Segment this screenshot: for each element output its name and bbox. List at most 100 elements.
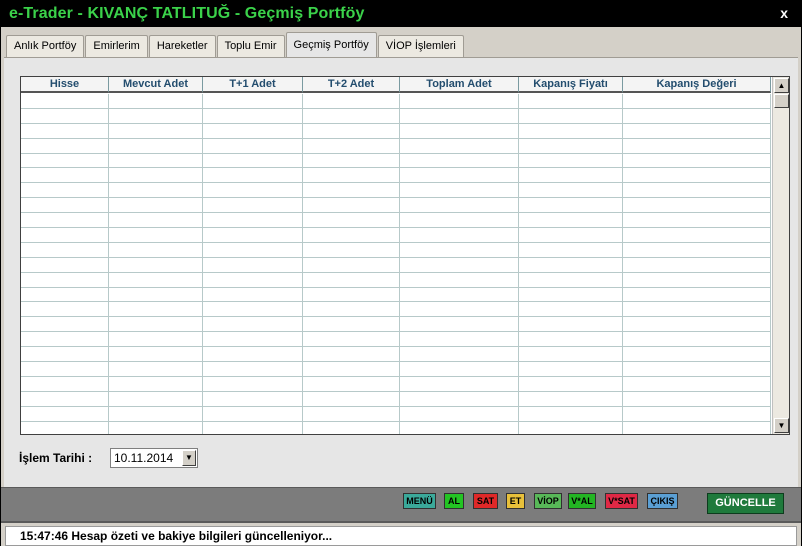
tab-hareketler[interactable]: Hareketler — [148, 35, 216, 57]
column-header-hisse[interactable]: Hisse — [21, 77, 109, 93]
table-cell — [303, 272, 400, 287]
table-row[interactable] — [21, 138, 771, 154]
table-cell — [109, 94, 203, 108]
table-cell — [21, 183, 109, 198]
table-cell — [519, 287, 623, 302]
table-cell — [21, 376, 109, 391]
table-cell — [21, 138, 109, 153]
table-cell — [519, 302, 623, 317]
table-cell — [203, 94, 303, 108]
table-row[interactable] — [21, 183, 771, 199]
table-cell — [303, 302, 400, 317]
date-dropdown[interactable]: 10.11.2014 ▼ — [110, 448, 198, 468]
table-row[interactable] — [21, 332, 771, 348]
table-row[interactable] — [21, 406, 771, 422]
table-row[interactable] — [21, 362, 771, 377]
table-row[interactable] — [21, 257, 771, 273]
table-cell — [21, 421, 109, 434]
table-row[interactable] — [21, 94, 771, 109]
menu-button[interactable]: MENÜ — [403, 493, 436, 509]
table-cell — [623, 183, 771, 198]
table-cell — [21, 228, 109, 242]
table-cell — [519, 242, 623, 257]
tab-anlik-portfoy[interactable]: Anlık Portföy — [6, 35, 85, 57]
viop-button[interactable]: VİOP — [534, 493, 562, 509]
table-cell — [303, 153, 400, 168]
tab-toplu-emir[interactable]: Toplu Emir — [216, 35, 285, 57]
table-cell — [400, 362, 519, 376]
status-message: 15:47:46 Hesap özeti ve bakiye bilgileri… — [5, 526, 797, 546]
tab-gecmis-portfoy[interactable]: Geçmiş Portföy — [285, 32, 377, 57]
al-button[interactable]: AL — [444, 493, 464, 509]
table-cell — [519, 228, 623, 242]
table-cell — [203, 287, 303, 302]
column-header-kapanis-fiyati[interactable]: Kapanış Fiyatı — [519, 77, 623, 93]
table-cell — [109, 317, 203, 332]
column-header-t1-adet[interactable]: T+1 Adet — [203, 77, 303, 93]
table-cell — [303, 123, 400, 138]
scroll-up-icon[interactable]: ▲ — [774, 78, 789, 93]
table-cell — [303, 332, 400, 347]
table-row[interactable] — [21, 302, 771, 318]
table-cell — [623, 391, 771, 406]
table-cell — [303, 257, 400, 272]
table-row[interactable] — [21, 376, 771, 392]
table-cell — [21, 168, 109, 183]
v-al-button[interactable]: V*AL — [568, 493, 596, 509]
table-row[interactable] — [21, 153, 771, 169]
table-row[interactable] — [21, 347, 771, 363]
table-cell — [203, 228, 303, 242]
table-row[interactable] — [21, 228, 771, 243]
table-cell — [21, 347, 109, 362]
guncelle-button[interactable]: GÜNCELLE — [707, 493, 784, 514]
table-cell — [623, 376, 771, 391]
column-header-t2-adet[interactable]: T+2 Adet — [303, 77, 400, 93]
cikis-button[interactable]: ÇIKIŞ — [647, 493, 678, 509]
tab-emirlerim[interactable]: Emirlerim — [85, 35, 148, 57]
chevron-down-icon[interactable]: ▼ — [182, 450, 196, 466]
table-row[interactable] — [21, 123, 771, 139]
table-cell — [623, 421, 771, 434]
table-cell — [203, 123, 303, 138]
table-cell — [303, 242, 400, 257]
vertical-scrollbar[interactable]: ▲ ▼ — [772, 77, 789, 434]
table-cell — [303, 347, 400, 362]
et-button[interactable]: ET — [506, 493, 525, 509]
tab-viop-islemleri[interactable]: VİOP İşlemleri — [377, 35, 464, 57]
table-cell — [519, 272, 623, 287]
table-cell — [519, 347, 623, 362]
table-cell — [203, 168, 303, 183]
table-cell — [109, 421, 203, 434]
table-cell — [21, 272, 109, 287]
table-row[interactable] — [21, 242, 771, 258]
table-row[interactable] — [21, 168, 771, 184]
table-cell — [400, 183, 519, 198]
table-row[interactable] — [21, 272, 771, 288]
column-header-mevcut-adet[interactable]: Mevcut Adet — [109, 77, 203, 93]
v-sat-button[interactable]: V*SAT — [605, 493, 638, 509]
table-cell — [109, 213, 203, 228]
table-row[interactable] — [21, 213, 771, 229]
table-cell — [203, 302, 303, 317]
close-button[interactable]: x — [780, 0, 788, 27]
sat-button[interactable]: SAT — [473, 493, 498, 509]
table-row[interactable] — [21, 421, 771, 434]
table-cell — [21, 317, 109, 332]
scroll-thumb[interactable] — [774, 94, 789, 108]
table-row[interactable] — [21, 391, 771, 407]
table-cell — [623, 406, 771, 421]
scroll-down-icon[interactable]: ▼ — [774, 418, 789, 433]
table-cell — [109, 406, 203, 421]
table-row[interactable] — [21, 317, 771, 333]
column-header-kapanis-degeri[interactable]: Kapanış Değeri — [623, 77, 771, 93]
table-row[interactable] — [21, 108, 771, 124]
table-cell — [303, 108, 400, 123]
gecmis-portfoy-panel: Hisse Mevcut Adet T+1 Adet T+2 Adet Topl… — [4, 57, 798, 487]
table-cell — [519, 362, 623, 376]
table-cell — [21, 94, 109, 108]
table-row[interactable] — [21, 198, 771, 214]
grid-body — [21, 94, 771, 434]
table-row[interactable] — [21, 287, 771, 303]
column-header-toplam-adet[interactable]: Toplam Adet — [400, 77, 519, 93]
table-cell — [400, 168, 519, 183]
